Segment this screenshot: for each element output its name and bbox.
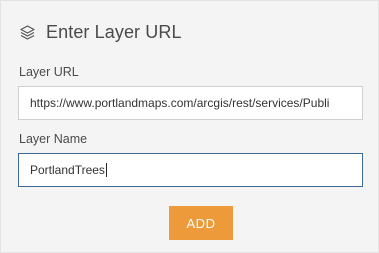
add-button[interactable]: ADD xyxy=(169,206,233,240)
layers-icon xyxy=(18,23,37,42)
enter-layer-url-panel: Enter Layer URL Layer URL https://www.po… xyxy=(0,0,379,253)
layer-name-value: PortlandTrees xyxy=(30,163,105,177)
layer-url-value: https://www.portlandmaps.com/arcgis/rest… xyxy=(30,96,330,110)
layer-name-label: Layer Name xyxy=(19,132,88,146)
layer-url-label: Layer URL xyxy=(19,65,79,79)
layer-url-input[interactable]: https://www.portlandmaps.com/arcgis/rest… xyxy=(18,86,363,120)
layer-name-input[interactable]: PortlandTrees xyxy=(18,153,363,187)
panel-header: Enter Layer URL xyxy=(18,19,182,45)
panel-title: Enter Layer URL xyxy=(46,21,182,42)
text-caret xyxy=(105,163,107,177)
